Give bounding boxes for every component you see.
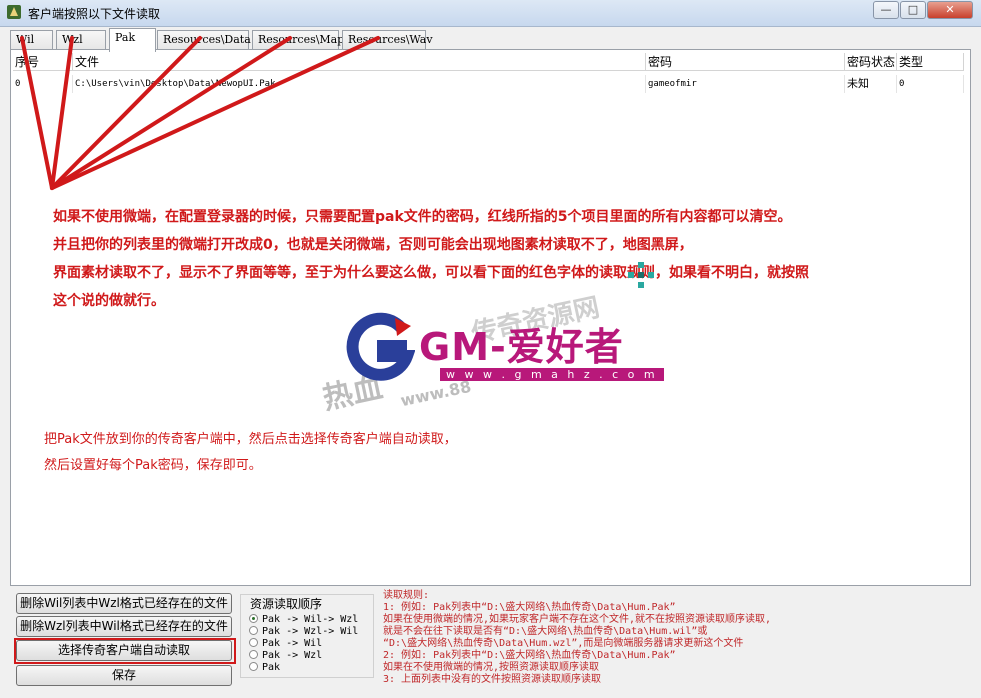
radio-icon [249,649,258,659]
note-line-3: 界面素材读取不了，显示不了界面等等，至于为什么要这么做，可以看下面的红色字体的读… [53,265,809,281]
radio-label: Pak [262,662,281,673]
radio-selected-icon [249,613,258,623]
column-header-file[interactable]: 文件 [73,53,646,71]
app-icon [7,5,21,19]
cell-file: C:\Users\vin\Desktop\Data\NewopUI.Pak [73,75,646,93]
logo-text: GM-爱好者 [419,325,624,369]
title-bar: 客户端按照以下文件读取 — □ ✕ [0,0,981,27]
window-title: 客户端按照以下文件读取 [28,7,161,21]
tab-resources-map[interactable]: Resources\Map [252,30,344,50]
cell-index: 0 [13,75,73,93]
radio-icon [249,625,258,635]
rules-line-2: 如果在使用微端的情况,如果玩家客户端不存在这个文件,就不在按照资源读取顺序读取, [383,614,772,625]
radio-label: Pak -> Wzl [262,650,323,661]
rules-line-4: “D:\盛大网络\热血传奇\Data\Hum.wzl”,而是向微端服务器请求更新… [383,638,744,649]
cell-password[interactable]: gameofmir [646,75,845,93]
delete-wil-dupes-button[interactable]: 删除Wil列表中Wzl格式已经存在的文件 [16,593,232,614]
read-order-title: 资源读取顺序 [248,595,325,612]
tab-wzl[interactable]: Wzl [56,30,106,50]
note-line-4: 这个说的做就行。 [53,293,165,309]
radio-icon [249,661,258,671]
tab-resources-wav[interactable]: Resources\Wav [342,30,433,50]
radio-order-pak-wzl-wil[interactable]: Pak -> Wzl-> Wil [249,625,359,638]
note-line-2: 并且把你的列表里的微端打开改成0，也就是关闭微端，否则可能会出现地图素材读取不了… [53,237,693,253]
cell-type: 0 [897,75,964,93]
table-row[interactable]: 0 C:\Users\vin\Desktop\Data\NewopUI.Pak … [13,75,965,93]
note-line-1: 如果不使用微端，在配置登录器的时候，只需要配置pak文件的密码，红线所指的5个项… [53,209,792,225]
column-header-password-status[interactable]: 密码状态 [845,53,897,71]
rules-line-1: 1: 例如: Pak列表中“D:\盛大网络\热血传奇\Data\Hum.Pak” [383,602,676,613]
rules-line-3: 就是不会在往下读取是否有“D:\盛大网络\热血传奇\Data\Hum.wil”或 [383,626,708,637]
column-header-password[interactable]: 密码 [646,53,845,71]
close-button[interactable]: ✕ [927,1,973,19]
save-button[interactable]: 保存 [16,665,232,686]
sparkle-icon [628,262,654,288]
rules-line-0: 读取规则: [383,590,430,601]
radio-order-pak-wzl[interactable]: Pak -> Wzl [249,649,323,662]
logo-url: w w w . g m a h z . c o m [440,368,664,381]
gm-logo: GM-爱好者 w w w . g m a h z . c o m [345,310,664,390]
tab-resources-data[interactable]: Resources\Data [157,30,251,50]
rules-line-5: 2: 例如: Pak列表中“D:\盛大网络\热血传奇\Data\Hum.Pak” [383,650,676,661]
radio-order-pak[interactable]: Pak [249,661,281,674]
rules-line-6: 如果在不使用微端的情况,按照资源读取顺序读取 [383,662,600,673]
hint-line-1: 把Pak文件放到你的传奇客户端中，然后点击选择传奇客户端自动读取， [44,432,457,447]
radio-icon [249,637,258,647]
radio-label: Pak -> Wil [262,638,323,649]
rules-line-7: 3: 上面列表中没有的文件按照资源读取顺序读取 [383,674,602,685]
tab-pak[interactable]: Pak [109,28,156,52]
delete-wzl-dupes-button[interactable]: 删除Wzl列表中Wil格式已经存在的文件 [16,616,232,637]
hint-line-2: 然后设置好每个Pak密码，保存即可。 [44,458,262,473]
radio-label: Pak -> Wil-> Wzl [262,614,359,625]
grid-header: 序号 文件 密码 密码状态 类型 [13,53,965,71]
cell-password-status: 未知 [845,75,897,93]
column-header-index[interactable]: 序号 [13,53,73,71]
radio-order-pak-wil[interactable]: Pak -> Wil [249,637,323,650]
radio-label: Pak -> Wzl-> Wil [262,626,359,637]
column-header-type[interactable]: 类型 [897,53,964,71]
logo-g-icon [346,312,415,381]
minimize-button[interactable]: — [873,1,899,19]
tab-wil[interactable]: Wil [10,30,53,50]
maximize-button[interactable]: □ [900,1,926,19]
highlight-box [14,638,236,664]
radio-order-pak-wil-wzl[interactable]: Pak -> Wil-> Wzl [249,613,359,626]
